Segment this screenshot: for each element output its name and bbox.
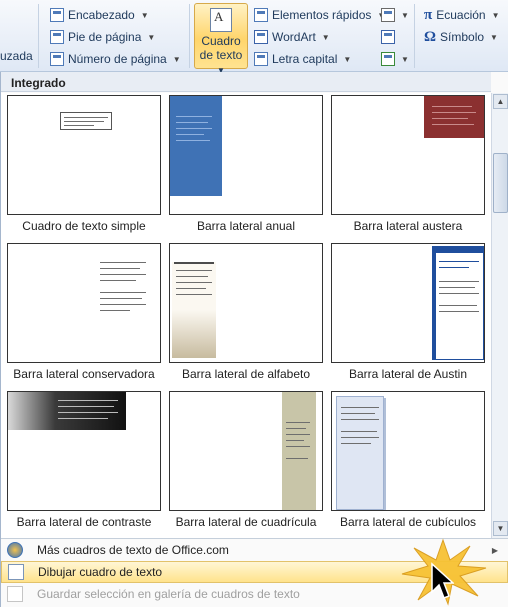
chevron-down-icon: ▼ — [147, 32, 156, 42]
text-box-button[interactable]: A Cuadro de texto ▼ — [194, 3, 248, 75]
office-globe-icon — [7, 542, 23, 558]
chevron-down-icon: ▼ — [490, 32, 498, 42]
object-button[interactable]: ▼ — [381, 49, 409, 69]
scrollbar-thumb[interactable] — [493, 153, 508, 213]
chevron-down-icon: ▼ — [343, 54, 352, 64]
text-box-icon: A — [210, 8, 232, 32]
chevron-down-icon: ▼ — [172, 54, 181, 64]
tile-cubicles-sidebar[interactable] — [331, 391, 485, 511]
save-selection-icon — [7, 586, 23, 602]
wordart-button[interactable]: WordArt ▼ — [254, 27, 330, 47]
tile-conservative-sidebar[interactable] — [7, 243, 161, 363]
text-box-gallery-dropdown: Integrado Cuadro de texto simple Barra l… — [0, 72, 508, 607]
thumb-austin-box — [432, 246, 484, 360]
header-button[interactable]: Encabezado ▼ — [50, 5, 149, 25]
equation-label: Ecuación — [436, 8, 486, 22]
thumb-dark-gradient-box — [8, 392, 126, 430]
tile-label: Barra lateral de alfabeto — [181, 367, 311, 381]
text-box-label-line1: Cuadro — [201, 34, 241, 48]
page-number-label: Número de página — [68, 52, 167, 66]
date-time-icon — [381, 30, 395, 44]
tile-label: Barra lateral conservadora — [13, 367, 155, 381]
symbol-label: Símbolo — [440, 30, 485, 44]
scroll-down-icon[interactable]: ▼ — [493, 521, 508, 536]
draw-text-box-icon — [8, 564, 24, 580]
thumb-beige-sidebar — [172, 262, 216, 358]
tile-austere-sidebar[interactable] — [331, 95, 485, 215]
draw-text-box-label: Dibujar cuadro de texto — [38, 565, 163, 579]
equation-button[interactable]: π Ecuación ▼ — [424, 5, 500, 25]
signature-line-button[interactable]: ▼ — [381, 5, 409, 25]
chevron-down-icon: ▼ — [491, 10, 500, 20]
tile-grid-sidebar[interactable] — [169, 391, 323, 511]
section-header: Integrado — [1, 72, 491, 92]
scroll-up-icon[interactable]: ▲ — [493, 94, 508, 109]
thumb-olive-sidebar — [282, 392, 316, 510]
signature-line-icon — [381, 8, 395, 22]
more-text-boxes-label: Más cuadros de texto de Office.com — [37, 543, 229, 557]
partial-ribbon-label: uzada — [0, 49, 33, 63]
tile-austin-sidebar[interactable] — [331, 243, 485, 363]
page-number-button[interactable]: Número de página ▼ — [50, 49, 181, 69]
ribbon-separator — [38, 4, 39, 68]
thumb-blue-sidebar — [170, 96, 222, 196]
symbol-button[interactable]: Ω Símbolo ▼ — [424, 27, 498, 47]
omega-icon: Ω — [424, 28, 437, 45]
quick-parts-icon — [254, 8, 268, 22]
wordart-icon — [254, 30, 268, 44]
ribbon: uzada Encabezado ▼ Pie de página ▼ Númer… — [0, 0, 508, 75]
header-label: Encabezado — [68, 8, 135, 22]
tile-alphabet-sidebar[interactable] — [169, 243, 323, 363]
chevron-down-icon: ▼ — [140, 10, 149, 20]
wordart-label: WordArt — [272, 30, 316, 44]
object-icon — [381, 52, 395, 66]
thumb-text-column — [100, 262, 150, 332]
quick-parts-label: Elementos rápidos — [272, 8, 372, 22]
header-icon — [50, 8, 64, 22]
thumb-text-box — [60, 112, 112, 130]
footer-label: Pie de página — [68, 30, 142, 44]
tile-label: Cuadro de texto simple — [22, 219, 146, 233]
date-time-button[interactable] — [381, 27, 395, 47]
drop-cap-icon — [254, 52, 268, 66]
gallery-grid: Cuadro de texto simple Barra lateral anu… — [1, 93, 491, 538]
chevron-down-icon: ▼ — [401, 10, 409, 20]
tile-contrast-sidebar[interactable] — [7, 391, 161, 511]
page-number-icon — [50, 52, 64, 66]
save-selection-label: Guardar selección en galería de cuadros … — [37, 587, 300, 601]
ribbon-separator — [414, 4, 415, 68]
pi-icon: π — [424, 6, 433, 23]
tile-label: Barra lateral de Austin — [348, 367, 468, 381]
gallery-scrollbar[interactable]: ▲ ▼ — [491, 93, 508, 538]
chevron-down-icon: ▼ — [401, 54, 409, 64]
tile-label: Barra lateral de cubículos — [339, 515, 477, 529]
tile-simple-text-box[interactable] — [7, 95, 161, 215]
mouse-pointer-icon — [431, 562, 454, 599]
thumb-red-box — [424, 96, 484, 138]
thumb-cubicle-box — [336, 396, 384, 510]
chevron-down-icon: ▼ — [321, 32, 330, 42]
partial-ribbon-button[interactable]: uzada — [0, 46, 33, 66]
submenu-arrow-icon: ▶ — [491, 545, 498, 555]
quick-parts-button[interactable]: Elementos rápidos ▼ — [254, 5, 385, 25]
drop-cap-button[interactable]: Letra capital ▼ — [254, 49, 351, 69]
tile-label: Barra lateral de cuadrícula — [175, 515, 317, 529]
footer-icon — [50, 30, 64, 44]
drop-cap-label: Letra capital — [272, 52, 338, 66]
footer-button[interactable]: Pie de página ▼ — [50, 27, 155, 47]
tile-label: Barra lateral austera — [353, 219, 463, 233]
ribbon-separator — [189, 4, 190, 68]
tile-label: Barra lateral anual — [196, 219, 296, 233]
tile-label: Barra lateral de contraste — [16, 515, 152, 529]
tile-annual-sidebar[interactable] — [169, 95, 323, 215]
